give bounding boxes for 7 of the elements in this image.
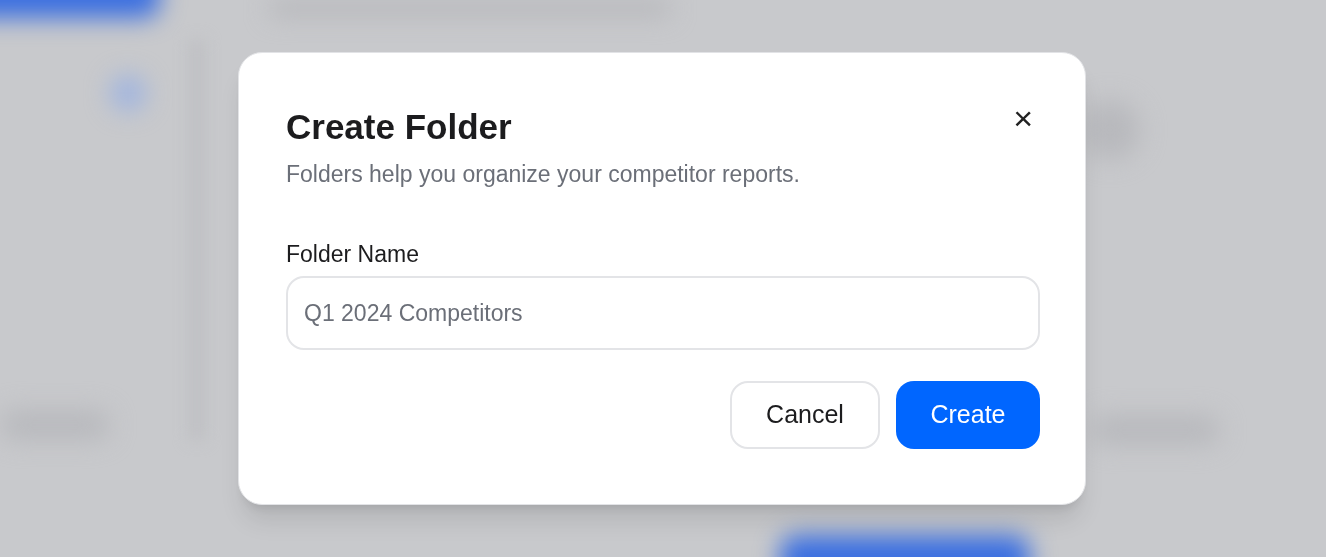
close-button[interactable]: × xyxy=(1013,101,1033,135)
cancel-button[interactable]: Cancel xyxy=(730,381,880,449)
create-button[interactable]: Create xyxy=(896,381,1040,449)
folder-name-field[interactable]: Q1 2024 Competitors xyxy=(286,276,1040,350)
dialog-description: Folders help you organize your competitor reports. xyxy=(286,160,801,189)
dialog-title: Create Folder xyxy=(286,106,512,148)
field-label: Folder Name xyxy=(286,240,419,269)
